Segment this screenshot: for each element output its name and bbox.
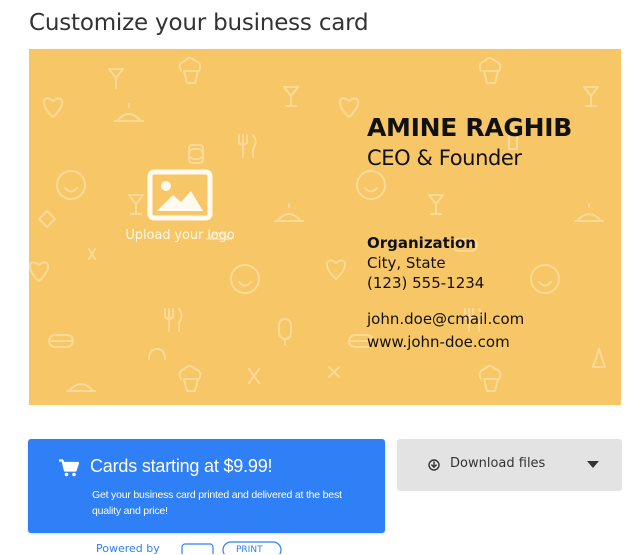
shopping-cart-icon — [59, 459, 79, 477]
download-files-button[interactable]: Download files — [397, 439, 622, 491]
order-button-subtitle: Get your business card printed and deliv… — [92, 489, 342, 517]
card-phone: (123) 555-1234 — [367, 274, 485, 292]
caret-down-icon[interactable] — [587, 461, 599, 469]
card-website: www.john-doe.com — [367, 333, 510, 351]
card-name: AMINE RAGHIB — [367, 113, 573, 142]
partner-logo-text: PRINT — [236, 545, 263, 554]
card-email: john.doe@cmail.com — [367, 310, 525, 328]
order-button-title: Cards starting at $9.99! — [90, 456, 273, 476]
card-city-state: City, State — [367, 254, 446, 272]
download-files-label: Download files — [450, 456, 546, 471]
order-cards-button[interactable]: Cards starting at $9.99! Get your busine… — [28, 439, 385, 533]
business-card-preview: Upload your logo AMINE RAGHIB CEO & Foun… — [29, 49, 621, 405]
image-placeholder-icon — [147, 169, 213, 221]
food-pattern-background — [29, 57, 606, 392]
download-circle-icon — [428, 459, 440, 471]
page-title: Customize your business card — [29, 10, 369, 36]
card-organization: Organization — [367, 234, 476, 252]
partner-logos: PRINT — [181, 541, 282, 554]
card-role: CEO & Founder — [367, 146, 522, 170]
powered-by-label: Powered by — [96, 542, 160, 555]
upload-logo-area[interactable]: Upload your logo — [119, 169, 241, 259]
upload-logo-label: Upload your logo — [125, 228, 235, 243]
